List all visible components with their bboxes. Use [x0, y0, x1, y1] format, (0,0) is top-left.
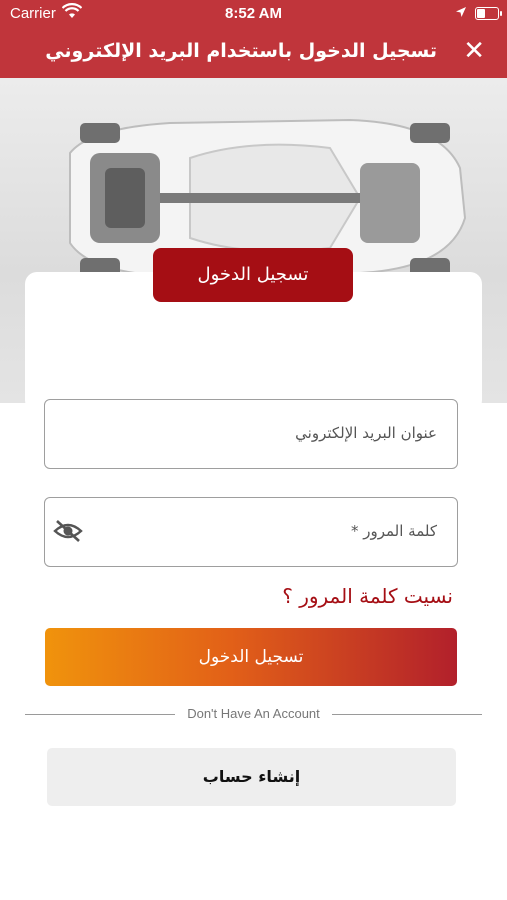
password-field[interactable]: كلمة المرور * — [44, 497, 458, 567]
status-time: 8:52 AM — [225, 5, 282, 22]
password-placeholder: كلمة المرور * — [350, 522, 437, 540]
email-field[interactable]: عنوان البريد الإلكتروني — [44, 399, 458, 469]
close-icon[interactable]: ✕ — [463, 36, 485, 66]
create-account-button[interactable]: إنشاء حساب — [47, 748, 456, 806]
page-title: تسجيل الدخول باستخدام البريد الإلكتروني — [45, 40, 437, 62]
email-placeholder: عنوان البريد الإلكتروني — [295, 424, 437, 442]
location-arrow-icon — [455, 5, 467, 22]
divider-line-right — [332, 714, 482, 715]
account-divider: Don't Have An Account — [25, 706, 482, 724]
nav-bar: تسجيل الدخول باستخدام البريد الإلكتروني … — [0, 28, 507, 78]
login-submit-button[interactable]: تسجيل الدخول — [45, 628, 457, 686]
status-bar: Carrier 8:52 AM — [0, 0, 507, 28]
login-tab[interactable]: تسجيل الدخول — [153, 248, 353, 302]
forgot-password-link[interactable]: نسيت كلمة المرور ؟ — [282, 584, 453, 608]
battery-icon — [475, 7, 502, 20]
eye-slash-icon[interactable] — [53, 518, 83, 544]
